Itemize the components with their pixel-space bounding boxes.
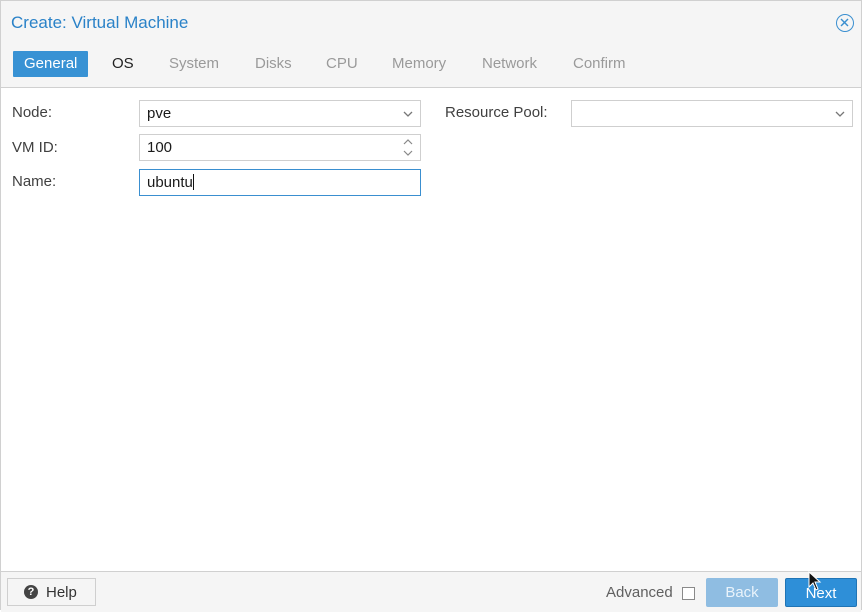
chevron-down-icon[interactable]	[402, 108, 414, 120]
dialog-titlebar: Create: Virtual Machine	[1, 1, 861, 45]
tab-disks[interactable]: Disks	[244, 51, 303, 77]
chevron-down-icon[interactable]	[834, 108, 846, 120]
tab-cpu[interactable]: CPU	[315, 51, 369, 77]
advanced-label: Advanced	[606, 584, 673, 601]
dialog-title: Create: Virtual Machine	[11, 13, 189, 32]
tab-system[interactable]: System	[158, 51, 230, 77]
name-label: Name:	[12, 173, 57, 190]
resource-pool-label: Resource Pool:	[445, 104, 548, 121]
general-panel: Node: pve Resource Pool: VM ID: 100 Name…	[1, 88, 861, 571]
tab-memory[interactable]: Memory	[381, 51, 457, 77]
tab-os[interactable]: OS	[101, 51, 145, 77]
help-label: Help	[46, 584, 77, 601]
help-button[interactable]: ? Help	[7, 578, 96, 606]
tab-confirm[interactable]: Confirm	[562, 51, 637, 77]
back-button[interactable]: Back	[706, 578, 778, 607]
name-value: ubuntu	[147, 174, 193, 191]
name-input[interactable]: ubuntu	[139, 169, 421, 196]
vmid-input[interactable]: 100	[139, 134, 421, 161]
vmid-label: VM ID:	[12, 139, 58, 156]
vmid-value: 100	[147, 139, 173, 156]
wizard-tabs: General OS System Disks CPU Memory Netwo…	[1, 45, 861, 88]
close-icon[interactable]	[836, 14, 854, 32]
node-select[interactable]: pve	[139, 100, 421, 127]
resource-pool-select[interactable]	[571, 100, 853, 127]
tab-network[interactable]: Network	[471, 51, 548, 77]
question-circle-icon: ?	[24, 585, 38, 599]
dialog-footer: ? Help Advanced Back Next	[1, 571, 861, 612]
create-vm-dialog: Create: Virtual Machine General OS Syste…	[0, 0, 862, 612]
tab-general[interactable]: General	[13, 51, 89, 77]
text-caret	[192, 174, 194, 190]
node-value: pve	[147, 105, 172, 122]
node-label: Node:	[12, 104, 53, 121]
advanced-checkbox[interactable]	[682, 587, 695, 600]
mouse-pointer-icon	[808, 571, 822, 591]
spinner-arrows-icon[interactable]	[402, 137, 414, 158]
